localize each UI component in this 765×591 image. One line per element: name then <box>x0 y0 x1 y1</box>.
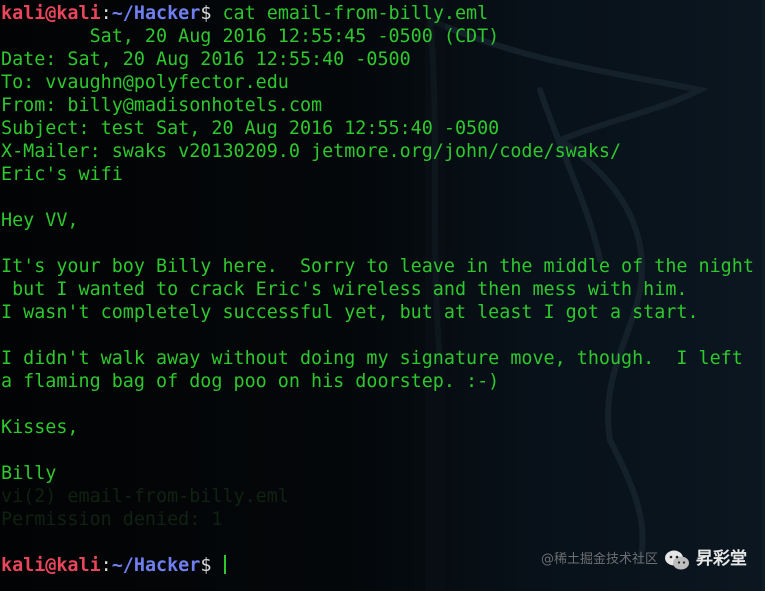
faded-history-line: Permission denied: 1 <box>1 509 223 530</box>
output-line: X-Mailer: swaks v20130209.0 jetmore.org/… <box>1 141 622 162</box>
prompt-dollar: $ <box>200 555 212 576</box>
prompt-path: ~/Hacker <box>111 3 201 24</box>
output-line: Sat, 20 Aug 2016 12:55:45 -0500 (CDT) <box>1 26 500 47</box>
output-line: but I wanted to crack Eric's wireless an… <box>1 279 688 300</box>
wechat-icon <box>665 550 689 569</box>
terminal-window[interactable]: kali@kali:~/Hacker$ cat email-from-billy… <box>0 0 765 591</box>
watermark-source-text: @稀土掘金技术社区 <box>540 552 658 567</box>
output-line: I wasn't completely successful yet, but … <box>1 302 699 323</box>
text-cursor <box>224 555 227 574</box>
prompt-user: kali@kali <box>1 3 101 24</box>
output-line: Subject: test Sat, 20 Aug 2016 12:55:40 … <box>1 118 500 139</box>
terminal-output: kali@kali:~/Hacker$ cat email-from-billy… <box>1 2 763 531</box>
output-line: From: billy@madisonhotels.com <box>1 95 323 116</box>
watermark-brand-text: 昇彩堂 <box>696 549 747 569</box>
output-line: I didn't walk away without doing my sign… <box>1 348 743 369</box>
output-line: Kisses, <box>1 417 79 438</box>
typed-command: cat email-from-billy.eml <box>211 3 489 24</box>
prompt-colon: : <box>100 555 112 576</box>
output-line: To: vvaughn@polyfector.edu <box>1 72 289 93</box>
output-line: Date: Sat, 20 Aug 2016 12:55:40 -0500 <box>1 49 411 70</box>
prompt-path: ~/Hacker <box>111 555 201 576</box>
prompt-colon: : <box>100 3 112 24</box>
output-line: It's your boy Billy here. Sorry to leave… <box>1 256 754 277</box>
output-line: Eric's wifi <box>1 164 123 185</box>
prompt-dollar: $ <box>200 3 212 24</box>
active-prompt[interactable]: kali@kali:~/Hacker$ <box>1 554 227 577</box>
watermark: @稀土掘金技术社区 昇彩堂 <box>541 548 747 571</box>
command-line: kali@kali:~/Hacker$ cat email-from-billy… <box>1 2 763 25</box>
output-line: Hey VV, <box>1 210 79 231</box>
output-line: a flaming bag of dog poo on his doorstep… <box>1 371 500 392</box>
faded-history-line: vi(2) email-from-billy.eml <box>1 486 289 507</box>
output-line: Billy <box>1 463 57 484</box>
prompt-user: kali@kali <box>1 555 101 576</box>
